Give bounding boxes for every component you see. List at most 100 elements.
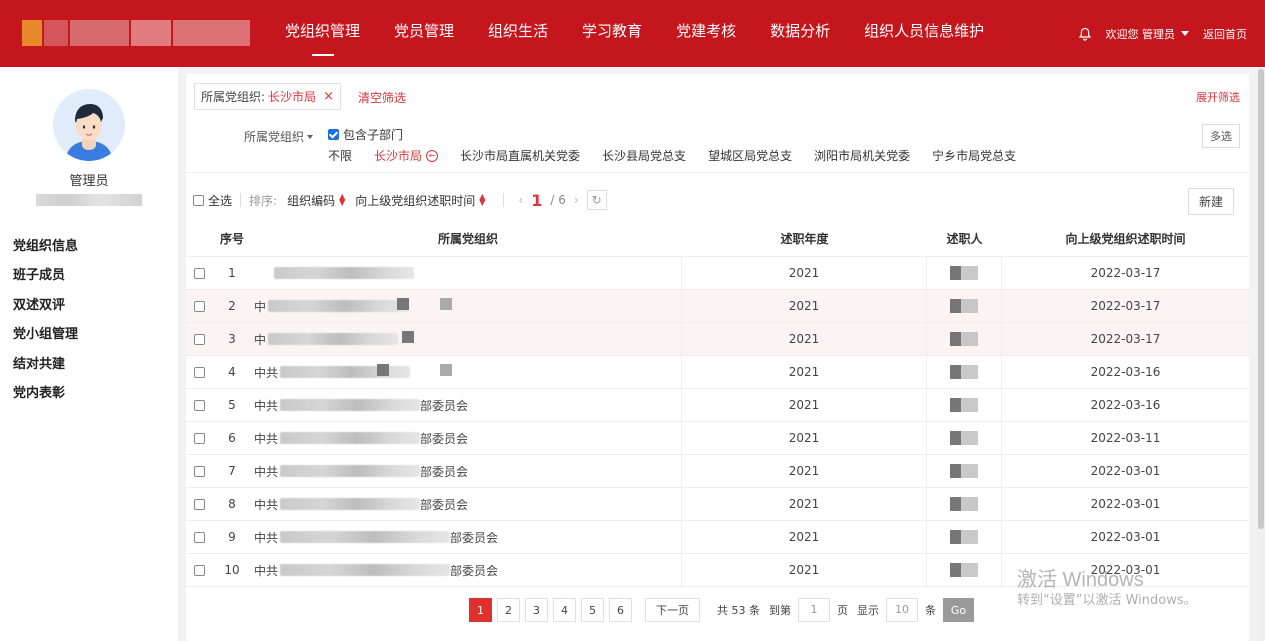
redacted-text xyxy=(268,300,409,312)
page-2[interactable]: 2 xyxy=(497,598,520,622)
goto-page-input[interactable]: 1 xyxy=(798,598,830,622)
next-page-button[interactable]: 下一页 xyxy=(645,598,700,622)
org-option-liuyang[interactable]: 浏阳市局机关党委 xyxy=(814,147,910,164)
user-menu[interactable]: 欢迎您 管理员 xyxy=(1106,26,1189,42)
top-navigation-bar: 党组织管理 党员管理 组织生活 学习教育 党建考核 数据分析 组织人员信息维护 … xyxy=(0,0,1265,67)
scrollbar[interactable] xyxy=(1257,67,1265,641)
org-option-unlimited[interactable]: 不限 xyxy=(328,147,352,164)
redacted-text xyxy=(274,267,414,279)
row-org[interactable]: 中共 部委员会 xyxy=(252,488,682,520)
nav-org-personnel-maintenance[interactable]: 组织人员信息维护 xyxy=(847,0,1001,67)
multi-select-button[interactable]: 多选 xyxy=(1202,124,1240,148)
row-checkbox[interactable] xyxy=(193,300,205,312)
go-button[interactable]: Go xyxy=(943,598,974,622)
table-row[interactable]: 2 中 2021 2022-03-17 xyxy=(186,290,1249,323)
table-row[interactable]: 3 中 2021 2022-03-17 xyxy=(186,323,1249,356)
row-org-prefix: 中共 xyxy=(254,530,279,545)
header-person: 述职人 xyxy=(927,221,1002,256)
refresh-icon[interactable]: ↻ xyxy=(586,190,607,210)
row-person xyxy=(927,257,1002,289)
row-person xyxy=(927,290,1002,322)
row-checkbox[interactable] xyxy=(193,333,205,345)
checkbox-checked-icon[interactable] xyxy=(328,129,339,140)
nav-org-life[interactable]: 组织生活 xyxy=(471,0,565,67)
chevron-left-icon[interactable]: ‹ xyxy=(518,193,523,207)
row-checkbox[interactable] xyxy=(193,399,205,411)
row-checkbox[interactable] xyxy=(193,498,205,510)
sidebar-item-team-members[interactable]: 班子成员 xyxy=(13,261,78,290)
include-sub-dept-checkbox[interactable]: 包含子部门 xyxy=(328,126,403,143)
table-row[interactable]: 5 中共 部委员会 2021 2022-03-16 xyxy=(186,389,1249,422)
scrollbar-thumb[interactable] xyxy=(1258,69,1264,529)
row-checkbox[interactable] xyxy=(193,432,205,444)
checkbox-icon[interactable] xyxy=(193,194,204,206)
redacted-name xyxy=(950,398,978,412)
bell-icon[interactable] xyxy=(1078,27,1092,41)
table-row[interactable]: 4 中共 2021 2022-03-16 xyxy=(186,356,1249,389)
table-row[interactable]: 8 中共 部委员会 2021 2022-03-01 xyxy=(186,488,1249,521)
row-checkbox[interactable] xyxy=(193,531,205,543)
row-org[interactable]: 中共 部委员会 xyxy=(252,455,682,487)
row-org[interactable]: 中共 部委员会 xyxy=(252,521,682,553)
sort-by-org-code[interactable]: 组织编码 ▲ ▼ xyxy=(287,192,345,209)
sort-key-label: 向上级党组织述职时间 xyxy=(355,193,476,208)
row-org[interactable] xyxy=(252,257,682,289)
redacted-name xyxy=(950,464,978,478)
nav-member-management[interactable]: 党员管理 xyxy=(377,0,471,67)
expand-filter-link[interactable]: 展开筛选 xyxy=(1196,89,1240,105)
chevron-right-icon[interactable]: › xyxy=(574,193,579,207)
page-1[interactable]: 1 xyxy=(469,598,492,622)
row-checkbox[interactable] xyxy=(193,564,205,576)
row-checkbox[interactable] xyxy=(193,366,205,378)
nav-study-education[interactable]: 学习教育 xyxy=(565,0,659,67)
row-time: 2022-03-17 xyxy=(1090,299,1161,313)
pagination: 1 2 3 4 5 6 下一页 共 53 条 到第 1 页 显示 10 条 Go xyxy=(469,598,974,622)
select-all-checkbox[interactable]: 全选 xyxy=(193,192,232,209)
table-header: 序号 所属党组织 述职年度 述职人 向上级党组织述职时间 xyxy=(186,221,1249,257)
page-4[interactable]: 4 xyxy=(553,598,576,622)
logo[interactable] xyxy=(22,20,250,46)
sidebar-item-paired-building[interactable]: 结对共建 xyxy=(13,350,78,379)
row-index: 1 xyxy=(228,266,236,280)
row-org[interactable]: 中共 xyxy=(252,356,682,388)
row-index: 10 xyxy=(224,563,240,577)
nav-data-analysis[interactable]: 数据分析 xyxy=(753,0,847,67)
sidebar-item-dual-review[interactable]: 双述双评 xyxy=(13,291,78,320)
table-row[interactable]: 6 中共 部委员会 2021 2022-03-11 xyxy=(186,422,1249,455)
row-org[interactable]: 中共 部委员会 xyxy=(252,554,682,586)
org-filter-label[interactable]: 所属党组织 xyxy=(244,128,314,145)
row-org[interactable]: 中 xyxy=(252,323,682,355)
new-button[interactable]: 新建 xyxy=(1187,188,1234,215)
close-icon[interactable]: × xyxy=(323,89,334,104)
sort-arrows-icon: ▲ ▼ xyxy=(339,192,346,207)
clear-filter-link[interactable]: 清空筛选 xyxy=(358,89,406,106)
org-option-changsha-bureau[interactable]: 长沙市局 ← xyxy=(374,147,439,164)
sidebar-item-party-group[interactable]: 党小组管理 xyxy=(13,320,78,349)
redacted-block xyxy=(440,298,452,310)
row-checkbox[interactable] xyxy=(193,465,205,477)
nav-party-assessment[interactable]: 党建考核 xyxy=(659,0,753,67)
page-3[interactable]: 3 xyxy=(525,598,548,622)
sidebar-item-org-info[interactable]: 党组织信息 xyxy=(13,232,78,261)
return-home-link[interactable]: 返回首页 xyxy=(1203,26,1247,42)
row-org[interactable]: 中共 部委员会 xyxy=(252,422,682,454)
org-option-ningxiang[interactable]: 宁乡市局党总支 xyxy=(932,147,1016,164)
chevron-down-icon xyxy=(1181,31,1189,36)
table-row[interactable]: 7 中共 部委员会 2021 2022-03-01 xyxy=(186,455,1249,488)
sort-by-report-time[interactable]: 向上级党组织述职时间 ▲ ▼ xyxy=(355,192,485,209)
table-row[interactable]: 1 2021 2022-03-17 xyxy=(186,257,1249,290)
org-option-wangcheng[interactable]: 望城区局党总支 xyxy=(708,147,792,164)
redacted-name xyxy=(950,299,978,313)
sidebar-item-commendation[interactable]: 党内表彰 xyxy=(13,379,78,408)
table-row[interactable]: 9 中共 部委员会 2021 2022-03-01 xyxy=(186,521,1249,554)
row-checkbox[interactable] xyxy=(193,267,205,279)
page-size-input[interactable]: 10 xyxy=(886,598,918,622)
circle-arrow-left-icon[interactable]: ← xyxy=(426,149,439,162)
nav-party-org-management[interactable]: 党组织管理 xyxy=(268,0,377,67)
org-option-changsha-county[interactable]: 长沙县局党总支 xyxy=(602,147,686,164)
page-5[interactable]: 5 xyxy=(581,598,604,622)
row-org[interactable]: 中共 部委员会 xyxy=(252,389,682,421)
page-6[interactable]: 6 xyxy=(609,598,632,622)
row-org[interactable]: 中 xyxy=(252,290,682,322)
org-option-direct-committee[interactable]: 长沙市局直属机关党委 xyxy=(460,147,580,164)
